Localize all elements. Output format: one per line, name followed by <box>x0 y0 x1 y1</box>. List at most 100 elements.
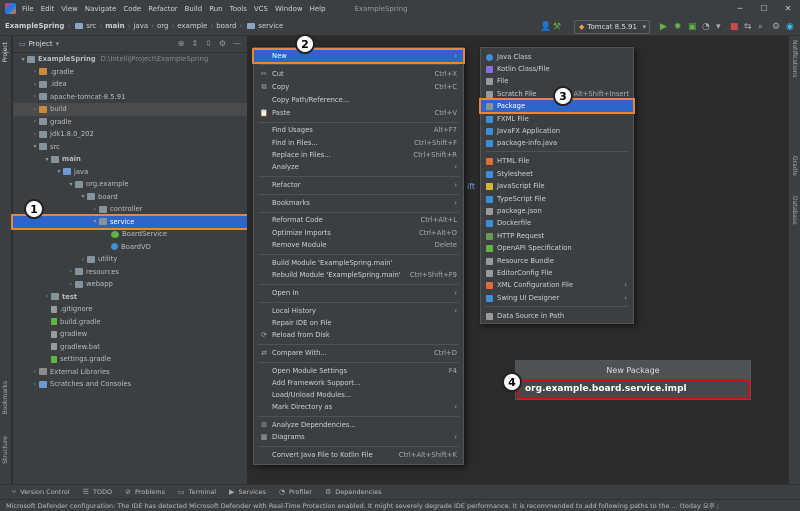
new-javafx-application[interactable]: JavaFX Application <box>481 125 633 137</box>
new-package-name-input[interactable]: org.example.board.service.impl <box>517 379 750 399</box>
menu-code[interactable]: Code <box>123 5 141 13</box>
new-stylesheet[interactable]: Stylesheet <box>481 168 633 180</box>
tree-item-boardservice[interactable]: BoardService <box>13 228 247 241</box>
database-tool-tab[interactable]: Database <box>791 196 798 225</box>
new-xml-config-file[interactable]: XML Configuration File › <box>481 279 633 291</box>
menu-item-replace-in-files[interactable]: Replace in Files... Ctrl+Shift+R <box>254 149 463 161</box>
tab-todo[interactable]: ☰ TODO <box>83 488 113 496</box>
more-actions-icon[interactable]: ▾ <box>716 20 721 34</box>
tab-problems[interactable]: ⊘ Problems <box>125 488 165 496</box>
tree-item-org-example[interactable]: ▾ org.example <box>13 178 247 191</box>
menu-item-find-in-files[interactable]: Find in Files... Ctrl+Shift+F <box>254 137 463 149</box>
new-editorconfig-file[interactable]: EditorConfig File <box>481 267 633 279</box>
user-icon[interactable]: 👤 <box>540 20 551 34</box>
new-typescript-file[interactable]: TypeScript File <box>481 193 633 205</box>
menu-item-cut[interactable]: ✂ Cut Ctrl+X <box>254 68 463 80</box>
tab-profiler[interactable]: ◔ Profiler <box>279 488 312 496</box>
menu-vcs[interactable]: VCS <box>254 5 268 13</box>
menu-refactor[interactable]: Refactor <box>148 5 177 13</box>
menu-item-optimize-imports[interactable]: Optimize Imports Ctrl+Alt+O <box>254 227 463 239</box>
profile-icon[interactable]: ◔ <box>702 20 710 34</box>
chevron-down-icon[interactable]: ▾ <box>56 40 60 48</box>
tab-dependencies[interactable]: ⚙ Dependencies <box>325 488 382 496</box>
status-bar-message[interactable]: Microsoft Defender configuration: The ID… <box>0 499 800 511</box>
menu-item-find-usages[interactable]: Find Usages Alt+F7 <box>254 124 463 136</box>
menu-item-diagrams[interactable]: ▦ Diagrams › <box>254 431 463 443</box>
menu-item-copy[interactable]: ⧉ Copy Ctrl+C <box>254 81 463 93</box>
new-package-info[interactable]: package-info.java <box>481 137 633 149</box>
stop-icon[interactable]: ■ <box>730 20 739 34</box>
menu-item-reload-from-disk[interactable]: ⟳ Reload from Disk <box>254 329 463 341</box>
tree-item-gradlew-bat[interactable]: gradlew.bat <box>13 341 247 354</box>
tab-terminal[interactable]: ▭ Terminal <box>178 488 216 496</box>
menu-item-convert-to-kotlin[interactable]: Convert Java File to Kotlin File Ctrl+Alt… <box>254 449 463 461</box>
run-icon[interactable]: ▶ <box>660 20 667 34</box>
tree-item-build-gradle[interactable]: build.gradle <box>13 316 247 329</box>
collapse-all-icon[interactable]: ⇳ <box>205 39 212 48</box>
maximize-icon[interactable]: ☐ <box>752 0 776 17</box>
menu-file[interactable]: File <box>22 5 34 13</box>
menu-item-load-unload-modules[interactable]: Load/Unload Modules... <box>254 389 463 401</box>
new-data-source-in-path[interactable]: Data Source in Path <box>481 310 633 322</box>
tree-item-idea[interactable]: › .idea <box>13 78 247 91</box>
tree-item-gradle-dir[interactable]: › .gradle <box>13 66 247 79</box>
close-icon[interactable]: ✕ <box>776 0 800 17</box>
tree-item-webapp[interactable]: › webapp <box>13 278 247 291</box>
menu-item-local-history[interactable]: Local History › <box>254 305 463 317</box>
tree-item-main[interactable]: ▾ main <box>13 153 247 166</box>
tree-item-resources[interactable]: › resources <box>13 266 247 279</box>
bookmarks-tool-tab[interactable]: Bookmarks <box>2 381 9 415</box>
new-openapi-spec[interactable]: OpenAPI Specification <box>481 242 633 254</box>
menu-item-build-module[interactable]: Build Module 'ExampleSpring.main' <box>254 257 463 269</box>
menu-navigate[interactable]: Navigate <box>85 5 116 13</box>
expand-all-icon[interactable]: ⇕ <box>191 39 198 48</box>
vcs-icon[interactable]: ⇆ <box>744 20 752 34</box>
tree-item-jdk[interactable]: › jdk1.8.0_202 <box>13 128 247 141</box>
menu-item-mark-directory-as[interactable]: Mark Directory as › <box>254 401 463 413</box>
crumb-service[interactable]: service <box>245 22 283 30</box>
new-java-class[interactable]: Java Class <box>481 51 633 63</box>
tree-item-boardvo[interactable]: BoardVO <box>13 241 247 254</box>
menu-item-analyze[interactable]: Analyze › <box>254 161 463 173</box>
menu-item-analyze-dependencies[interactable]: ⚙ Analyze Dependencies... <box>254 419 463 431</box>
tree-item-project-root[interactable]: ▾ ExampleSpring D:\IntelliJProject\Example… <box>13 53 247 66</box>
plugin-icon[interactable]: ◉ <box>786 20 794 34</box>
build-hammer-icon[interactable]: ⚒ <box>553 20 561 34</box>
tab-version-control[interactable]: ⑂ Version Control <box>12 488 70 496</box>
tree-item-test[interactable]: › test <box>13 291 247 304</box>
menu-item-repair-ide[interactable]: Repair IDE on File <box>254 317 463 329</box>
tree-item-gradle[interactable]: › gradle <box>13 116 247 129</box>
tree-item-java[interactable]: ▾ java <box>13 166 247 179</box>
tree-item-gitignore[interactable]: .gitignore <box>13 303 247 316</box>
project-tool-tab[interactable]: Project <box>2 42 9 63</box>
locate-icon[interactable]: ⊕ <box>178 39 185 48</box>
menu-item-open-module-settings[interactable]: Open Module Settings F4 <box>254 365 463 377</box>
hide-icon[interactable]: — <box>233 39 241 48</box>
menu-window[interactable]: Window <box>275 5 303 13</box>
tree-item-controller[interactable]: › controller <box>13 203 247 216</box>
menu-item-compare-with[interactable]: ⇄ Compare With... Ctrl+D <box>254 347 463 359</box>
crumb-main[interactable]: main <box>105 22 124 30</box>
tree-item-utility[interactable]: › utility <box>13 253 247 266</box>
menu-edit[interactable]: Edit <box>41 5 55 13</box>
menu-run[interactable]: Run <box>209 5 222 13</box>
tree-item-external-libraries[interactable]: › External Libraries <box>13 366 247 379</box>
new-swing-ui-designer[interactable]: Swing UI Designer › <box>481 292 633 304</box>
run-configuration-select[interactable]: ◆ Tomcat 8.5.91 ▾ <box>574 20 650 34</box>
notifications-tool-tab[interactable]: Notifications <box>791 40 798 78</box>
debug-icon[interactable]: ✹ <box>674 20 682 34</box>
gear-icon[interactable]: ⚙ <box>219 39 226 48</box>
tree-item-gradlew[interactable]: gradlew <box>13 328 247 341</box>
menu-item-reformat-code[interactable]: Reformat Code Ctrl+Alt+L <box>254 214 463 226</box>
menu-build[interactable]: Build <box>185 5 203 13</box>
menu-item-paste[interactable]: 📋 Paste Ctrl+V <box>254 107 463 119</box>
structure-tool-tab[interactable]: Structure <box>2 436 9 464</box>
new-javascript-file[interactable]: JavaScript File <box>481 180 633 192</box>
tree-item-build[interactable]: › build <box>13 103 247 116</box>
tree-item-src[interactable]: ▾ src <box>13 141 247 154</box>
menu-item-refactor[interactable]: Refactor › <box>254 179 463 191</box>
coverage-icon[interactable]: ▣ <box>688 20 697 34</box>
crumb-project[interactable]: ExampleSpring <box>5 22 64 30</box>
menu-item-add-framework-support[interactable]: Add Framework Support... <box>254 377 463 389</box>
crumb-example[interactable]: example <box>177 22 207 30</box>
